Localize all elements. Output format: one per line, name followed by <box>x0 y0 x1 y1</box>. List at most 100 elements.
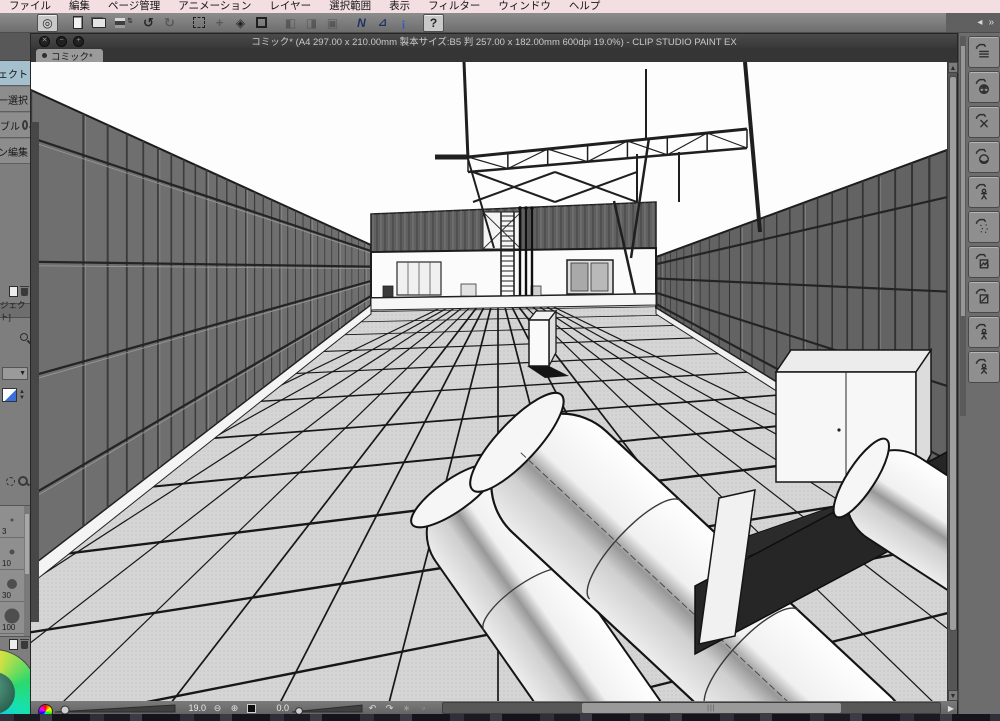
subtool-item[interactable]: ブル <box>0 113 30 138</box>
window-title-bar[interactable]: ✕ − + コミック* (A4 297.00 x 210.00mm 製本サイズ:… <box>31 34 957 48</box>
folder-scatter-button[interactable] <box>968 211 1000 243</box>
color-wheel[interactable] <box>0 649 30 714</box>
zoom-out-icon[interactable]: ⊖ <box>210 702 225 714</box>
wrench-icon <box>22 120 28 130</box>
dock-expand-icon[interactable]: » <box>988 17 994 28</box>
flip-horizontal-icon <box>285 16 296 30</box>
folder-close-button[interactable] <box>968 106 1000 138</box>
rotate-ccw-icon[interactable]: ↶ <box>365 702 380 714</box>
dashed-selection-icon[interactable] <box>6 476 15 486</box>
vertical-scrollbar[interactable]: ▲ ▼ <box>947 62 958 701</box>
material-scrollbar[interactable] <box>960 36 966 416</box>
horizontal-scrollbar[interactable]: ||| <box>442 702 941 714</box>
folder-figure-2-icon <box>975 323 988 340</box>
flip-horizontal-button[interactable] <box>281 15 300 31</box>
menu-item[interactable]: レイヤー <box>260 0 320 13</box>
clipboard-icon[interactable] <box>9 639 18 650</box>
frame-button[interactable] <box>323 15 342 31</box>
redo-button[interactable] <box>160 15 179 31</box>
wrench-icon[interactable] <box>18 476 28 486</box>
move-layer-icon <box>216 15 224 30</box>
menu-item[interactable]: 編集 <box>60 0 99 13</box>
property-swatch-row[interactable]: ▲ ▼ <box>2 387 28 403</box>
open-file-button[interactable] <box>89 15 108 31</box>
move-layer-button[interactable] <box>210 15 229 31</box>
snap-guide-button[interactable] <box>394 15 413 31</box>
scroll-right-icon[interactable]: ▶ <box>945 702 957 714</box>
folder-scatter-icon <box>975 218 988 233</box>
stepper-icons[interactable]: ▲ ▼ <box>19 389 25 401</box>
scroll-up-icon[interactable]: ▲ <box>948 62 958 73</box>
snap-ruler-button[interactable] <box>352 15 371 31</box>
new-file-button[interactable] <box>68 15 87 31</box>
transform-button[interactable] <box>252 15 271 31</box>
tool-property-title: ジェクト] <box>0 300 30 322</box>
save-button[interactable] <box>110 15 129 31</box>
document-tab[interactable]: コミック* <box>36 49 103 63</box>
clip-studio-paint-app: ファイル 編集 ページ管理 アニメーション レイヤー 選択範囲 表示 フィルター ウィンドウ ヘル… <box>0 0 1000 721</box>
zoom-slider[interactable] <box>55 702 177 714</box>
menu-bar: ファイル 編集 ページ管理 アニメーション レイヤー 選択範囲 表示 フィルター ウィンドウ ヘル… <box>0 0 1000 13</box>
reset-view-icon[interactable]: ∗ <box>399 702 414 714</box>
brush-size-item[interactable]: 100 <box>0 602 24 634</box>
menu-item[interactable]: 表示 <box>380 0 419 13</box>
magnifier-icon[interactable] <box>20 333 28 341</box>
folder-grid-button[interactable] <box>968 36 1000 68</box>
snap-special-ruler-button[interactable] <box>373 15 392 31</box>
folder-sphere-button[interactable] <box>968 141 1000 173</box>
property-dropdown[interactable]: ▼ <box>2 367 28 380</box>
document-window: ✕ − + コミック* (A4 297.00 x 210.00mm 製本サイズ:… <box>30 33 958 715</box>
subtool-item[interactable]: ン編集 <box>0 139 30 164</box>
wall-edge-shadow <box>31 122 39 622</box>
flip-view-icon[interactable]: ▫ <box>416 702 431 714</box>
copy-subtool-icon[interactable] <box>9 286 18 297</box>
dock-collapse-icon[interactable]: ◂ <box>977 17 982 28</box>
clip-studio-button[interactable] <box>37 13 58 32</box>
horizontal-scroll-thumb[interactable]: ||| <box>582 703 841 713</box>
zoom-in-icon[interactable]: ⊕ <box>227 702 242 714</box>
brush-size-item[interactable]: 10 <box>0 538 24 570</box>
select-area-button[interactable] <box>189 15 208 31</box>
menu-item[interactable]: フィルター <box>419 0 489 13</box>
menu-item[interactable]: ファイル <box>0 0 60 13</box>
help-button[interactable] <box>423 13 444 32</box>
menu-item[interactable]: 選択範囲 <box>320 0 380 13</box>
flip-vertical-button[interactable] <box>302 15 321 31</box>
brush-size-footer <box>0 638 30 650</box>
brush-size-item[interactable]: 3 <box>0 506 24 538</box>
folder-picture-button[interactable] <box>968 246 1000 278</box>
folder-edit-button[interactable] <box>968 281 1000 313</box>
folder-edit-icon <box>975 288 989 304</box>
redo-icon <box>164 15 175 31</box>
color-swatch[interactable] <box>2 388 17 402</box>
folder-figure-button[interactable] <box>968 176 1000 208</box>
folder-figure-2-button[interactable] <box>968 316 1000 348</box>
snap-guide-icon <box>402 16 406 30</box>
folder-icon[interactable] <box>20 638 29 649</box>
tool-property-row <box>0 333 30 341</box>
folder-globe-button[interactable] <box>968 71 1000 103</box>
subtool-item[interactable]: 一選択 <box>0 87 30 112</box>
menu-item[interactable]: ページ管理 <box>99 0 169 13</box>
undo-button[interactable] <box>139 15 158 31</box>
vertical-scroll-thumb[interactable] <box>949 76 957 631</box>
menu-item[interactable]: ウィンドウ <box>489 0 560 13</box>
menu-item[interactable]: ヘルプ <box>560 0 610 13</box>
rotation-slider[interactable] <box>292 702 364 714</box>
folder-figure-3-button[interactable] <box>968 351 1000 383</box>
rotate-cw-icon[interactable]: ↷ <box>382 702 397 714</box>
delete-subtool-icon[interactable] <box>20 285 29 296</box>
subtool-item[interactable]: ェクト <box>0 61 30 86</box>
save-icon <box>115 18 125 28</box>
canvas-viewport[interactable] <box>31 62 947 701</box>
transform-icon <box>256 17 267 28</box>
fit-to-screen-icon[interactable] <box>244 702 259 714</box>
brush-size-item[interactable]: 30 <box>0 570 24 602</box>
window-title: コミック* (A4 297.00 x 210.00mm 製本サイズ:B5 判 2… <box>251 37 737 48</box>
folder-picture-icon <box>975 253 989 269</box>
subtool-footer <box>0 285 30 297</box>
folder-grid-icon <box>975 43 989 58</box>
menu-item[interactable]: アニメーション <box>169 0 260 13</box>
scroll-down-icon[interactable]: ▼ <box>948 690 958 701</box>
fill-object-button[interactable] <box>231 15 250 31</box>
